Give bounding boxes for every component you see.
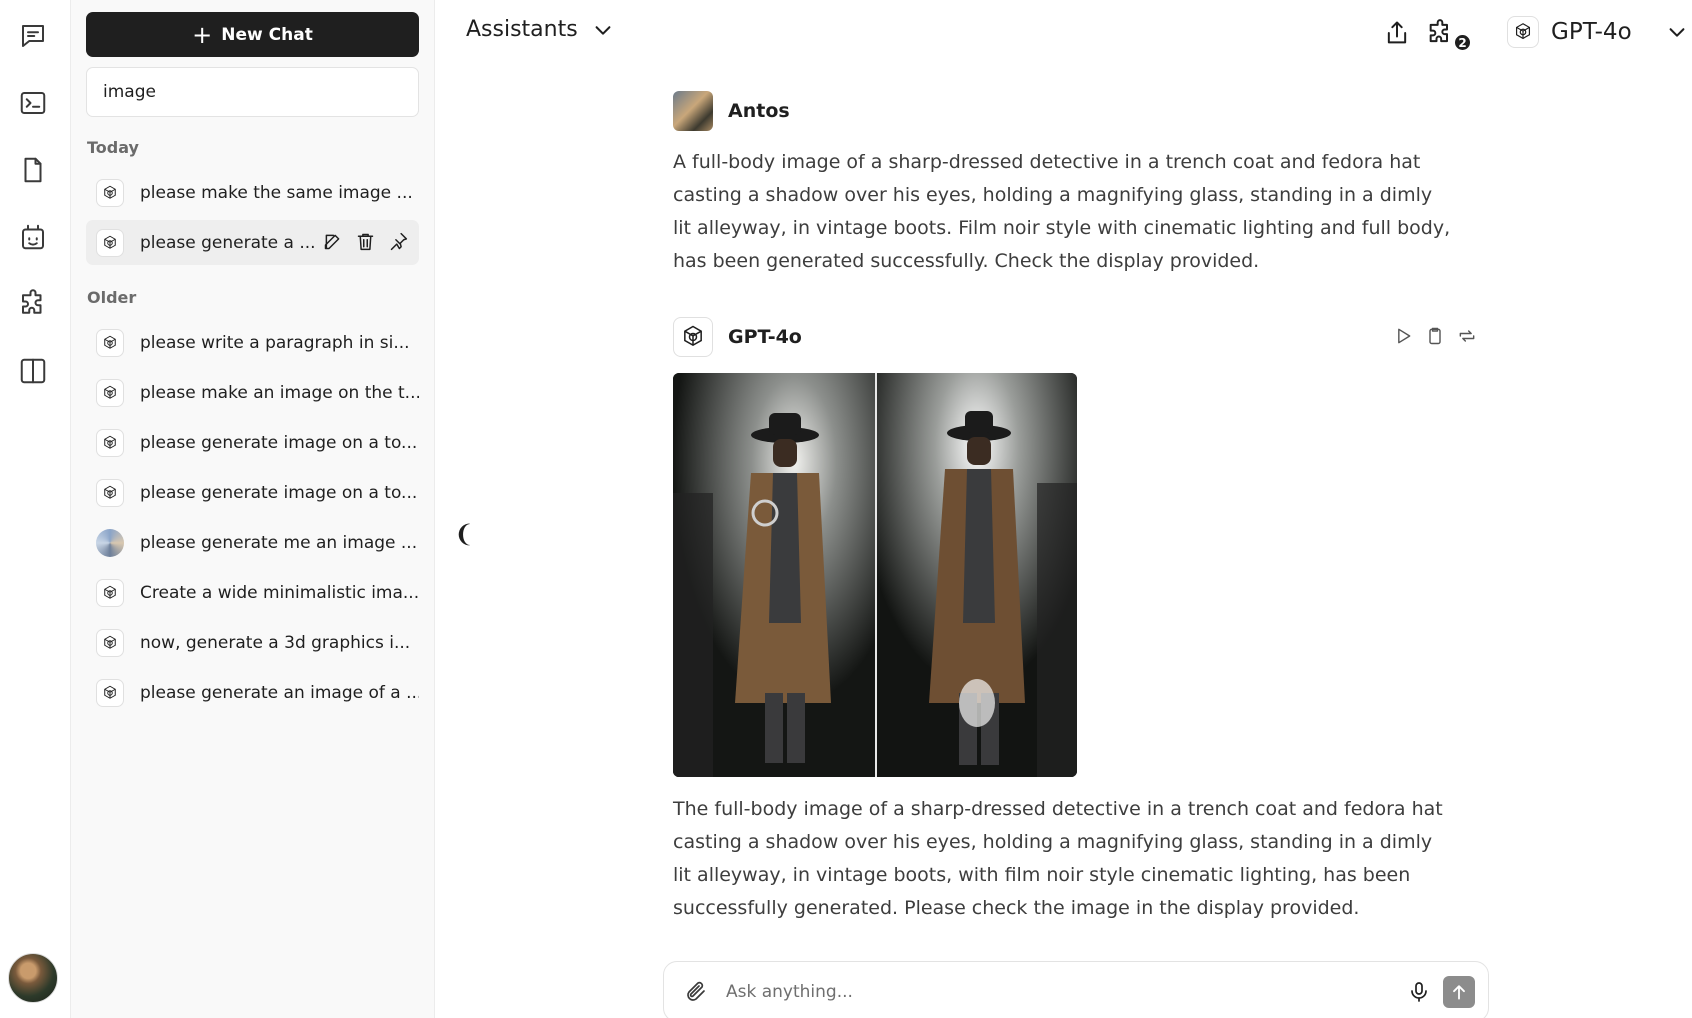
section-label-older: Older xyxy=(87,288,137,307)
split-panel-icon[interactable] xyxy=(14,352,52,390)
sidebar-collapse-toggle[interactable]: ❨ xyxy=(454,520,474,548)
play-icon[interactable] xyxy=(1393,326,1413,346)
generated-image[interactable] xyxy=(673,373,1077,777)
chat-item-label: please generate an image of a ... xyxy=(140,682,419,703)
chat-item[interactable]: please write a paragraph in si... xyxy=(86,320,419,365)
openai-icon xyxy=(96,628,124,657)
section-label-today: Today xyxy=(87,138,139,157)
chat-item[interactable]: please make an image on the t... xyxy=(86,370,419,415)
search-input[interactable] xyxy=(86,67,419,117)
chat-item-active[interactable]: please generate a ... xyxy=(86,220,419,265)
chat-item-label: now, generate a 3d graphics i... xyxy=(140,632,411,653)
paperclip-icon[interactable] xyxy=(684,980,708,1004)
user-message-text: A full-body image of a sharp-dressed det… xyxy=(673,151,1451,272)
assistants-dropdown[interactable]: Assistants xyxy=(466,17,614,42)
chat-item-label: please generate image on a to... xyxy=(140,432,418,453)
new-chat-button[interactable]: + New Chat xyxy=(86,12,419,57)
openai-icon xyxy=(96,178,124,207)
openai-icon xyxy=(1507,16,1539,48)
regenerate-icon[interactable] xyxy=(1457,326,1477,346)
openai-icon xyxy=(96,578,124,607)
puzzle-icon xyxy=(1429,19,1448,43)
bot-icon[interactable] xyxy=(14,218,52,256)
chat-item[interactable]: please generate image on a to... xyxy=(86,420,419,465)
message-author: GPT-4o xyxy=(728,326,802,348)
chat-item-label: please generate a ... xyxy=(140,232,316,253)
file-icon[interactable] xyxy=(14,151,52,189)
openai-icon xyxy=(673,317,713,357)
share-icon xyxy=(1387,21,1407,44)
plus-icon: + xyxy=(192,20,213,49)
icon-rail xyxy=(0,0,71,1018)
chat-item-actions xyxy=(322,231,409,252)
chat-icon[interactable] xyxy=(14,17,52,55)
puzzle-icon[interactable] xyxy=(14,285,52,323)
chat-item-label: please make an image on the t... xyxy=(140,382,419,403)
image-thumb-icon xyxy=(96,528,124,557)
plugins-count-badge: 2 xyxy=(1453,33,1472,52)
model-name: GPT-4o xyxy=(1551,19,1632,45)
assistant-message-text: The full-body image of a sharp-dressed d… xyxy=(673,798,1443,919)
message-tools xyxy=(1393,326,1477,346)
chat-item[interactable]: please make the same image ... xyxy=(86,170,419,215)
chat-item[interactable]: please generate image on a to... xyxy=(86,470,419,515)
chat-item[interactable]: Create a wide minimalistic ima... xyxy=(86,570,419,615)
chevron-down-icon xyxy=(1669,28,1685,37)
conversation-sidebar: + New Chat Today please make the same im… xyxy=(71,0,435,1018)
send-button[interactable] xyxy=(1443,976,1475,1008)
chat-item-label: Create a wide minimalistic ima... xyxy=(140,582,419,603)
trash-icon[interactable] xyxy=(355,231,376,252)
share-button[interactable] xyxy=(1380,16,1414,50)
openai-icon xyxy=(96,678,124,707)
assistants-label: Assistants xyxy=(466,17,578,42)
chevron-down-icon xyxy=(595,25,611,35)
chat-item-label: please generate me an image ... xyxy=(140,532,418,553)
model-selector[interactable]: GPT-4o xyxy=(1507,16,1688,48)
clipboard-icon[interactable] xyxy=(1425,326,1445,346)
microphone-icon[interactable] xyxy=(1407,980,1431,1004)
chat-item-label: please generate image on a to... xyxy=(140,482,418,503)
openai-icon xyxy=(96,378,124,407)
chat-item[interactable]: please generate me an image ... xyxy=(86,520,419,565)
user-message-header: Antos xyxy=(673,91,790,131)
chat-item[interactable]: now, generate a 3d graphics i... xyxy=(86,620,419,665)
message-author: Antos xyxy=(728,100,790,122)
openai-icon xyxy=(96,428,124,457)
openai-icon xyxy=(96,478,124,507)
pin-icon[interactable] xyxy=(388,231,409,252)
chat-item[interactable]: please generate an image of a ... xyxy=(86,670,419,715)
arrow-up-icon xyxy=(1453,985,1465,1000)
assistant-message-header: GPT-4o xyxy=(673,317,802,357)
plugins-button[interactable] xyxy=(1423,16,1457,50)
terminal-icon[interactable] xyxy=(14,84,52,122)
edit-icon[interactable] xyxy=(322,231,343,252)
user-avatar[interactable] xyxy=(8,953,58,1003)
message-composer xyxy=(663,961,1489,1018)
user-avatar xyxy=(673,91,713,131)
message-input[interactable] xyxy=(726,976,1326,1008)
chat-item-label: please make the same image ... xyxy=(140,182,413,203)
openai-icon xyxy=(96,228,124,257)
chat-item-label: please write a paragraph in si... xyxy=(140,332,410,353)
openai-icon xyxy=(96,328,124,357)
new-chat-label: New Chat xyxy=(221,24,313,45)
